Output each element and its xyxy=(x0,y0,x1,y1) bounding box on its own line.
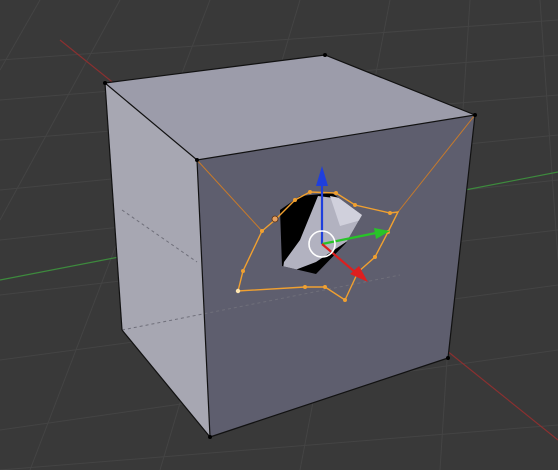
cube-front-face[interactable] xyxy=(197,115,475,437)
3d-viewport[interactable] xyxy=(0,0,558,470)
scene-canvas[interactable] xyxy=(0,0,558,470)
